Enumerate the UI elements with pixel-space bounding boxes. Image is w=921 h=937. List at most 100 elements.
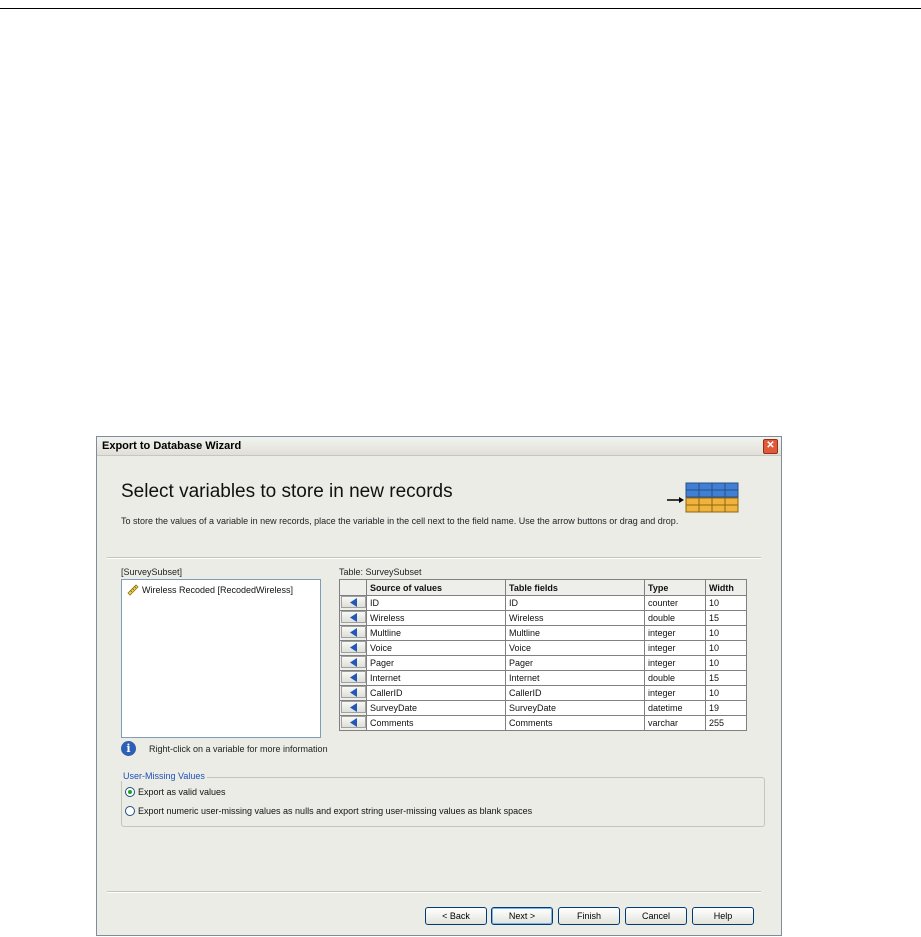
- source-cell[interactable]: Wireless: [366, 610, 506, 626]
- left-arrow-icon: [349, 643, 357, 652]
- assign-arrow-cell: [339, 625, 367, 641]
- source-cell[interactable]: Voice: [366, 640, 506, 656]
- type-cell[interactable]: integer: [644, 625, 706, 641]
- width-cell[interactable]: 15: [705, 610, 747, 626]
- source-cell[interactable]: Comments: [366, 715, 506, 731]
- cancel-button[interactable]: Cancel: [625, 907, 687, 925]
- table-row[interactable]: Voice Voice integer 10: [339, 640, 747, 656]
- radio-button-checked[interactable]: [125, 787, 135, 797]
- radio-export-valid[interactable]: Export as valid values: [125, 787, 226, 797]
- variable-list-label: [SurveySubset]: [121, 567, 183, 577]
- field-cell[interactable]: Pager: [505, 655, 645, 671]
- column-header-field[interactable]: Table fields: [505, 579, 645, 596]
- column-header-width[interactable]: Width: [705, 579, 747, 596]
- type-cell[interactable]: varchar: [644, 715, 706, 731]
- export-wizard-window: Export to Database Wizard ✕ Select varia…: [96, 436, 782, 936]
- source-cell[interactable]: CallerID: [366, 685, 506, 701]
- table-row[interactable]: Multline Multline integer 10: [339, 625, 747, 641]
- source-cell[interactable]: Pager: [366, 655, 506, 671]
- field-cell[interactable]: SurveyDate: [505, 700, 645, 716]
- width-cell[interactable]: 10: [705, 625, 747, 641]
- list-item[interactable]: Wireless Recoded [RecodedWireless]: [127, 584, 293, 596]
- table-row[interactable]: CallerID CallerID integer 10: [339, 685, 747, 701]
- field-cell[interactable]: ID: [505, 595, 645, 611]
- finish-button[interactable]: Finish: [558, 907, 620, 925]
- column-header-type[interactable]: Type: [644, 579, 706, 596]
- page-title: Select variables to store in new records: [121, 481, 453, 502]
- table-row[interactable]: Wireless Wireless double 15: [339, 610, 747, 626]
- user-missing-legend: User-Missing Values: [121, 771, 207, 781]
- left-arrow-icon: [349, 628, 357, 637]
- type-cell[interactable]: datetime: [644, 700, 706, 716]
- radio-export-nulls[interactable]: Export numeric user-missing values as nu…: [125, 806, 532, 816]
- info-text: Right-click on a variable for more infor…: [149, 744, 328, 754]
- source-cell[interactable]: SurveyDate: [366, 700, 506, 716]
- assign-arrow-button[interactable]: [340, 656, 366, 668]
- left-arrow-icon: [349, 598, 357, 607]
- left-arrow-icon: [349, 718, 357, 727]
- database-table-icon: [667, 482, 739, 513]
- assign-arrow-cell: [339, 700, 367, 716]
- table-label: Table: SurveySubset: [339, 567, 422, 577]
- type-cell[interactable]: integer: [644, 685, 706, 701]
- source-cell[interactable]: Internet: [366, 670, 506, 686]
- assign-arrow-button[interactable]: [340, 611, 366, 623]
- source-cell[interactable]: Multline: [366, 625, 506, 641]
- radio-label: Export numeric user-missing values as nu…: [138, 806, 533, 816]
- header-separator: [107, 557, 761, 559]
- assign-arrow-button[interactable]: [340, 701, 366, 713]
- table-row[interactable]: ID ID counter 10: [339, 595, 747, 611]
- field-cell[interactable]: Wireless: [505, 610, 645, 626]
- width-cell[interactable]: 10: [705, 685, 747, 701]
- close-icon[interactable]: ✕: [763, 439, 778, 454]
- assign-arrow-button[interactable]: [340, 671, 366, 683]
- table-row[interactable]: Comments Comments varchar 255: [339, 715, 747, 731]
- assign-arrow-button[interactable]: [340, 626, 366, 638]
- field-cell[interactable]: Voice: [505, 640, 645, 656]
- field-cell[interactable]: Comments: [505, 715, 645, 731]
- column-header-source[interactable]: Source of values: [366, 579, 506, 596]
- instructions-text: To store the values of a variable in new…: [121, 516, 679, 526]
- source-cell[interactable]: ID: [366, 595, 506, 611]
- assign-arrow-button[interactable]: [340, 596, 366, 608]
- type-cell[interactable]: double: [644, 670, 706, 686]
- width-cell[interactable]: 10: [705, 640, 747, 656]
- width-cell[interactable]: 15: [705, 670, 747, 686]
- width-cell[interactable]: 10: [705, 655, 747, 671]
- page-rule: [0, 8, 921, 9]
- type-cell[interactable]: double: [644, 610, 706, 626]
- assign-arrow-cell: [339, 655, 367, 671]
- assign-arrow-button[interactable]: [340, 716, 366, 728]
- field-cell[interactable]: Multline: [505, 625, 645, 641]
- assign-arrow-button[interactable]: [340, 686, 366, 698]
- table-row[interactable]: Pager Pager integer 10: [339, 655, 747, 671]
- radio-button[interactable]: [125, 806, 135, 816]
- type-cell[interactable]: integer: [644, 640, 706, 656]
- type-cell[interactable]: counter: [644, 595, 706, 611]
- assign-arrow-cell: [339, 640, 367, 656]
- assign-arrow-button[interactable]: [340, 641, 366, 653]
- footer-separator: [107, 891, 761, 893]
- help-button[interactable]: Help: [692, 907, 754, 925]
- info-icon: i: [121, 741, 136, 756]
- width-cell[interactable]: 255: [705, 715, 747, 731]
- arrow-column-header: [339, 579, 367, 596]
- field-cell[interactable]: CallerID: [505, 685, 645, 701]
- left-arrow-icon: [349, 658, 357, 667]
- assign-arrow-cell: [339, 715, 367, 731]
- assign-arrow-cell: [339, 610, 367, 626]
- left-arrow-icon: [349, 613, 357, 622]
- table-row[interactable]: SurveyDate SurveyDate datetime 19: [339, 700, 747, 716]
- table-header-row: Source of values Table fields Type Width: [339, 579, 747, 596]
- back-button[interactable]: < Back: [425, 907, 487, 925]
- left-arrow-icon: [349, 673, 357, 682]
- table-row[interactable]: Internet Internet double 15: [339, 670, 747, 686]
- assign-arrow-cell: [339, 595, 367, 611]
- variable-list[interactable]: Wireless Recoded [RecodedWireless]: [121, 579, 321, 738]
- type-cell[interactable]: integer: [644, 655, 706, 671]
- width-cell[interactable]: 10: [705, 595, 747, 611]
- width-cell[interactable]: 19: [705, 700, 747, 716]
- next-button[interactable]: Next >: [491, 907, 553, 925]
- field-cell[interactable]: Internet: [505, 670, 645, 686]
- title-bar[interactable]: Export to Database Wizard ✕: [97, 437, 781, 456]
